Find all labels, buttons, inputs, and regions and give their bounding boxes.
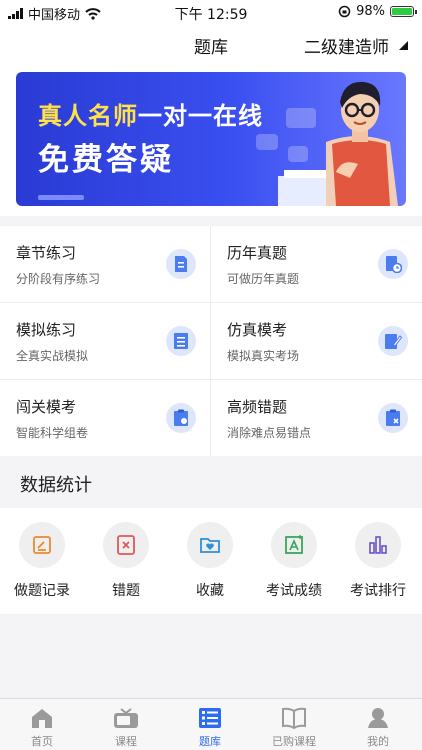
battery-percent: 98% — [356, 4, 385, 19]
stat-label: 做题记录 — [14, 583, 70, 599]
stats-title: 数据统计 — [20, 475, 92, 496]
exam-selector[interactable]: 二级建造师 — [304, 33, 408, 58]
practice-name: 历年真题 — [227, 244, 288, 262]
wrong-icon — [103, 522, 149, 568]
stat-favorite[interactable]: 收藏 — [168, 522, 252, 600]
clock-document-icon — [378, 249, 408, 279]
book-icon — [252, 705, 336, 731]
practice-name: 章节练习 — [16, 244, 77, 262]
list-icon — [166, 326, 196, 356]
score-icon — [271, 522, 317, 568]
tab-courses[interactable]: 课程 — [84, 705, 168, 749]
teacher-illustration — [278, 81, 398, 206]
practice-name: 闯关模考 — [16, 398, 77, 416]
edit-icon — [378, 326, 408, 356]
record-icon — [19, 522, 65, 568]
banner-section: 真人名师一对一在线 免费答疑 — [0, 66, 422, 216]
stats-header: 数据统计 — [0, 456, 422, 508]
banner-headline: 真人名师一对一在线 — [38, 102, 263, 130]
rotation-lock-icon — [338, 5, 351, 18]
tab-home[interactable]: 首页 — [0, 705, 84, 749]
practice-desc: 分阶段有序练习 — [16, 272, 101, 286]
stat-record[interactable]: 做题记录 — [0, 522, 84, 600]
tab-label: 首页 — [31, 735, 53, 748]
practice-challenge[interactable]: 闯关模考 智能科学组卷 — [0, 380, 211, 457]
tab-question-bank[interactable]: 题库 — [168, 705, 252, 749]
practice-simulation[interactable]: 仿真模考 模拟真实考场 — [211, 303, 422, 380]
stat-label: 收藏 — [196, 583, 224, 599]
tab-bar: 首页 课程 题库 已购课程 我的 — [0, 698, 422, 750]
clipboard-x-icon — [378, 403, 408, 433]
tab-profile[interactable]: 我的 — [336, 705, 420, 749]
top-nav: 题库 二级建造师 — [0, 24, 422, 66]
banner-subheadline: 免费答疑 — [38, 142, 174, 178]
stats-row: 做题记录 错题 收藏 考试成绩 考试排行 — [0, 508, 422, 614]
stat-wrong[interactable]: 错题 — [84, 522, 168, 600]
practice-desc: 智能科学组卷 — [16, 426, 89, 440]
practice-name: 仿真模考 — [227, 321, 288, 339]
stat-score[interactable]: 考试成绩 — [252, 522, 336, 600]
tab-label: 课程 — [115, 735, 137, 748]
status-bar: 中国移动 下午 12:59 98% — [0, 0, 422, 24]
practice-grid: 章节练习 分阶段有序练习 历年真题 可做历年真题 模拟练习 全真实战模拟 仿真模… — [0, 226, 422, 457]
tab-label: 我的 — [367, 735, 389, 748]
practice-mock[interactable]: 模拟练习 全真实战模拟 — [0, 303, 211, 380]
practice-frequent-errors[interactable]: 高频错题 消除难点易错点 — [211, 380, 422, 457]
tv-icon — [84, 705, 168, 731]
practice-desc: 消除难点易错点 — [227, 426, 312, 440]
battery-icon — [390, 6, 417, 17]
practice-desc: 模拟真实考场 — [227, 349, 300, 363]
document-icon — [166, 249, 196, 279]
practice-desc: 可做历年真题 — [227, 272, 300, 286]
clipboard-icon — [166, 403, 196, 433]
ranking-icon — [355, 522, 401, 568]
question-bank-icon — [168, 705, 252, 731]
exam-selector-label: 二级建造师 — [304, 38, 389, 58]
tab-label: 已购课程 — [272, 735, 316, 748]
dropdown-corner-icon — [399, 41, 408, 50]
favorite-folder-icon — [187, 522, 233, 568]
user-icon — [336, 705, 420, 731]
stat-label: 错题 — [112, 583, 140, 599]
stat-label: 考试排行 — [350, 583, 406, 599]
practice-past-exams[interactable]: 历年真题 可做历年真题 — [211, 226, 422, 303]
stat-label: 考试成绩 — [266, 583, 322, 599]
practice-desc: 全真实战模拟 — [16, 349, 89, 363]
practice-name: 模拟练习 — [16, 321, 77, 339]
promo-banner[interactable]: 真人名师一对一在线 免费答疑 — [16, 72, 406, 206]
tab-purchased[interactable]: 已购课程 — [252, 705, 336, 749]
stat-ranking[interactable]: 考试排行 — [336, 522, 420, 600]
tab-label: 题库 — [199, 735, 221, 748]
practice-chapter[interactable]: 章节练习 分阶段有序练习 — [0, 226, 211, 303]
practice-name: 高频错题 — [227, 398, 288, 416]
banner-indicator — [38, 195, 84, 200]
home-icon — [0, 705, 84, 731]
